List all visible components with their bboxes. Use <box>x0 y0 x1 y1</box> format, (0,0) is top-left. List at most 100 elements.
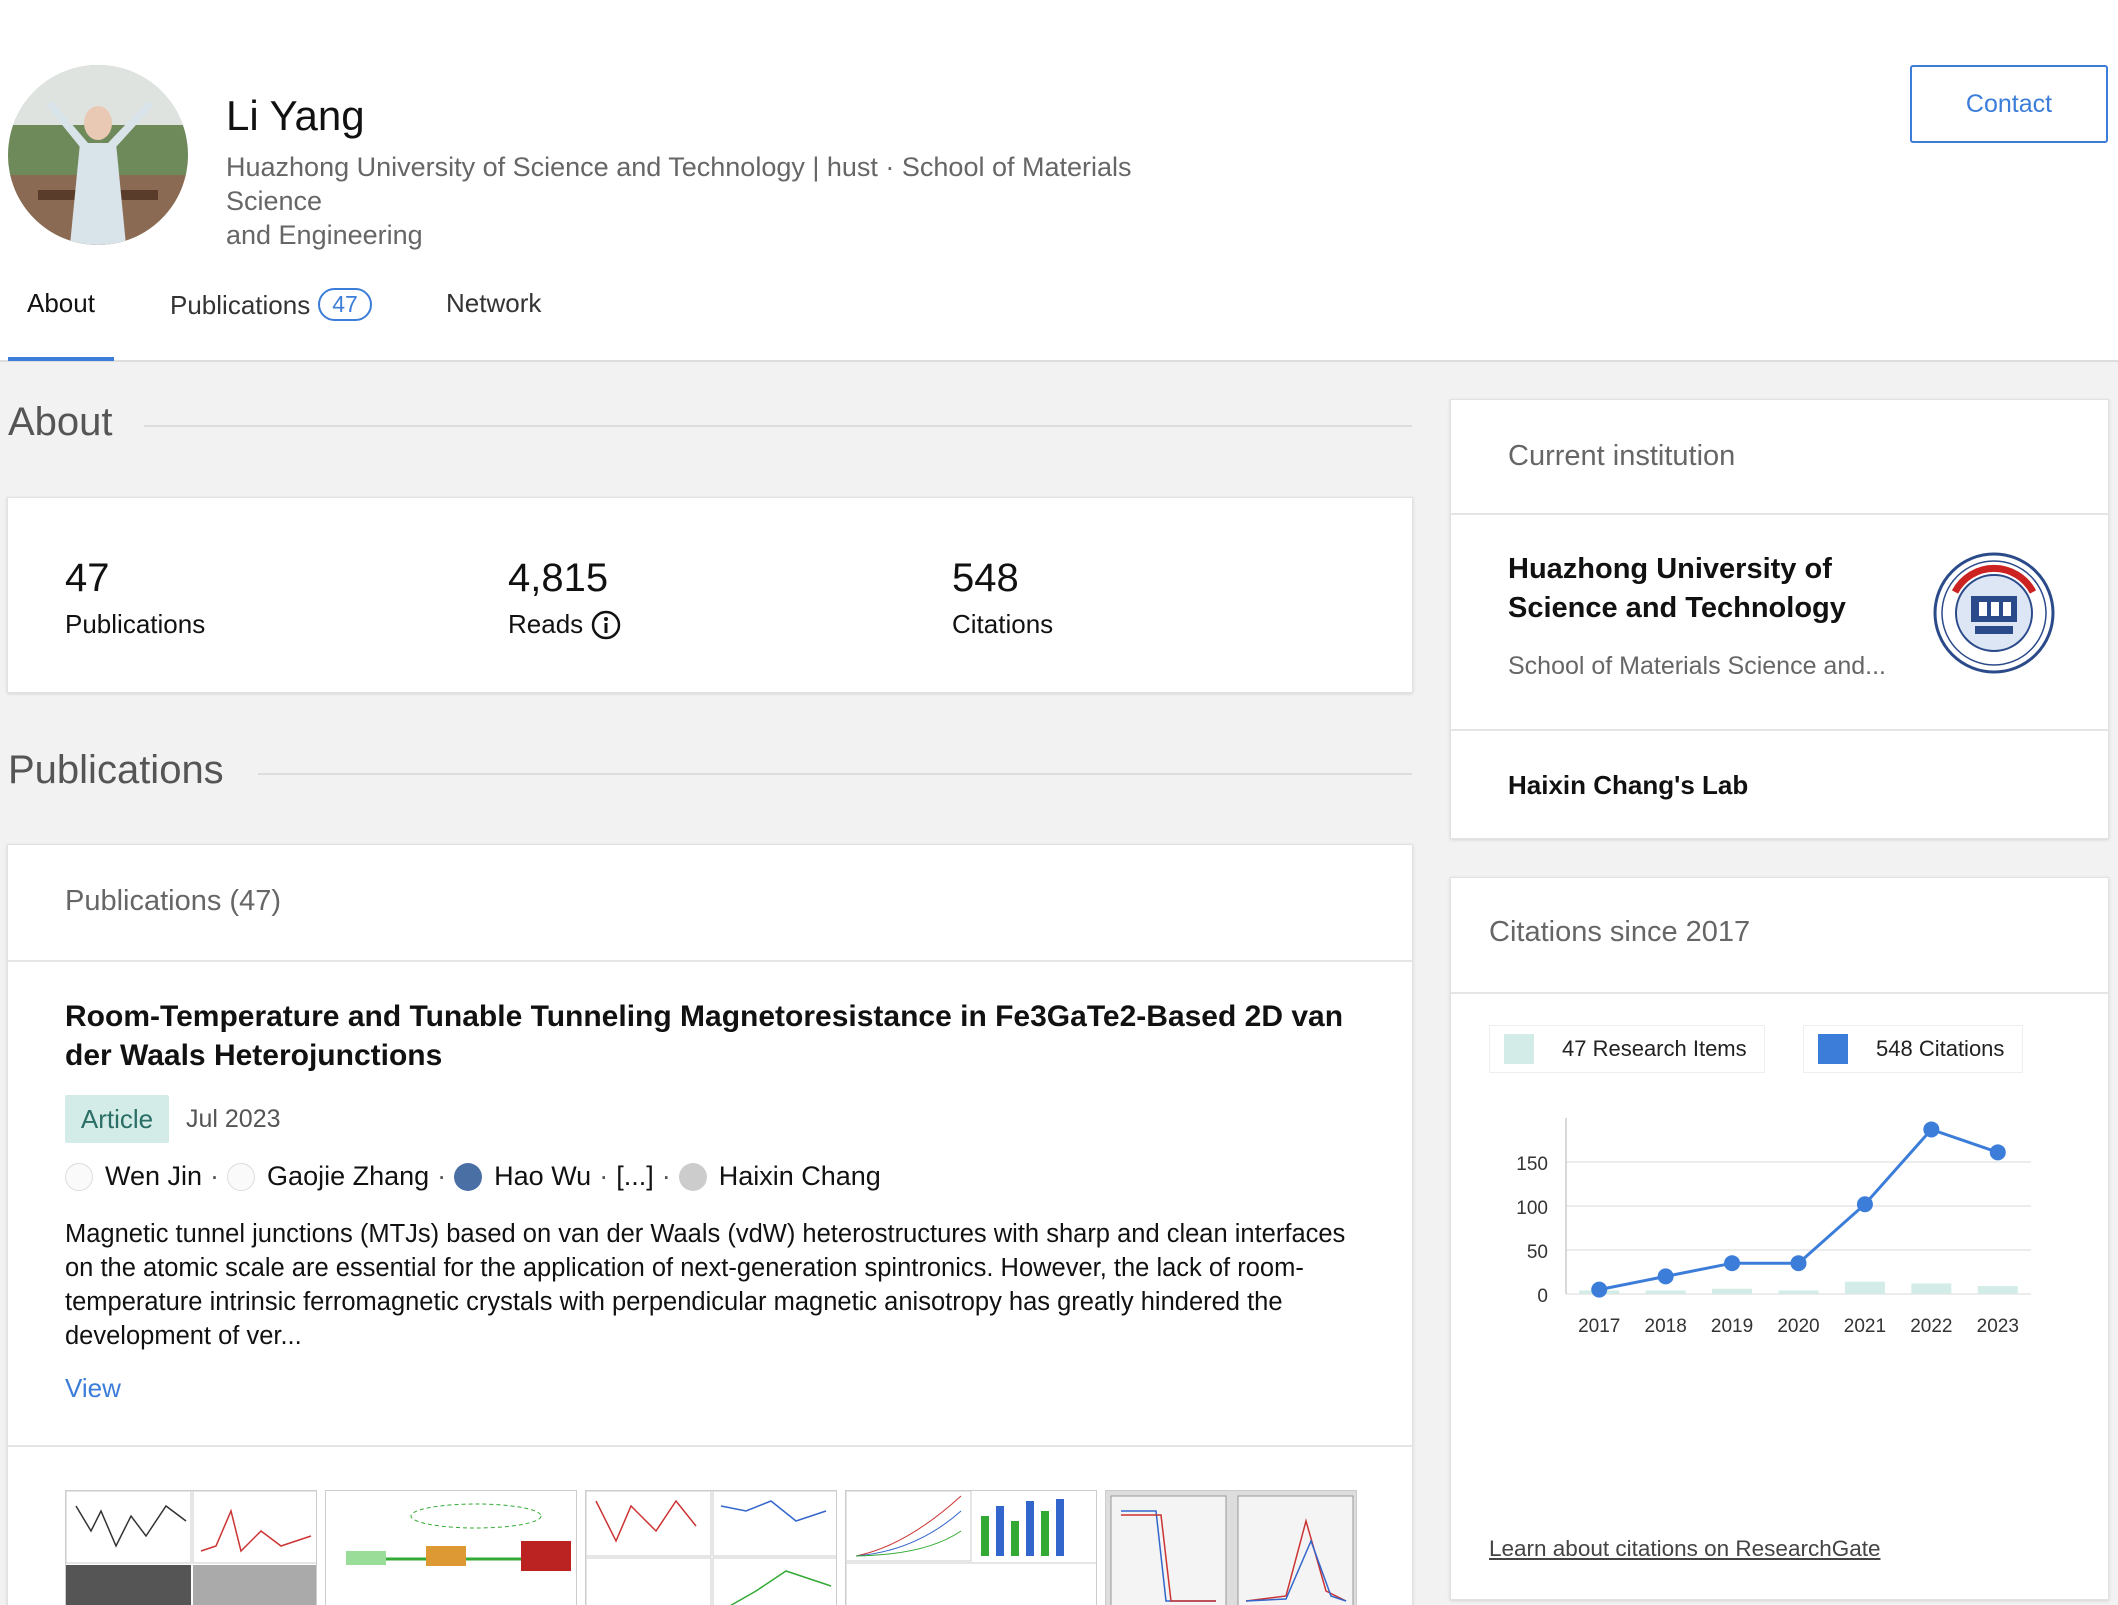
learn-about-citations-link[interactable]: Learn about citations on ResearchGate <box>1489 1536 1881 1562</box>
profile-avatar[interactable] <box>8 65 188 245</box>
publication-title[interactable]: Room-Temperature and Tunable Tunneling M… <box>65 997 1365 1075</box>
research-items-bar <box>1778 1290 1819 1294</box>
stat-reads-label: Reads <box>508 609 621 640</box>
affiliation-line-1[interactable]: Huazhong University of Science and Techn… <box>226 150 1226 218</box>
research-items-bar <box>1977 1286 2018 1294</box>
author-avatar <box>454 1162 483 1191</box>
stat-publications-value: 47 <box>65 556 110 600</box>
stat-reads: 4,815 Reads <box>508 556 621 640</box>
legend-swatch-citations <box>1818 1034 1848 1064</box>
figure-image <box>586 1491 836 1605</box>
figure-thumbnail[interactable] <box>585 1490 837 1605</box>
author-separator: · <box>437 1161 447 1191</box>
profile-name: Li Yang <box>226 92 365 139</box>
citations-card-title: Citations since 2017 <box>1489 916 1751 948</box>
institution-logo-icon[interactable] <box>1933 552 2055 674</box>
research-items-bar <box>1844 1281 1885 1294</box>
author-name[interactable]: Gaojie Zhang <box>267 1161 429 1192</box>
about-section-divider <box>144 425 1412 427</box>
citations-point <box>1856 1196 1873 1213</box>
stat-citations: 548 Citations <box>952 556 1053 640</box>
lab-name-link[interactable]: Haixin Chang's Lab <box>1508 770 1748 801</box>
x-tick-label: 2017 <box>1578 1316 1620 1337</box>
citations-point <box>1989 1144 2006 1161</box>
citations-header-divider <box>1451 992 2110 994</box>
figure-thumbnail[interactable] <box>1105 1490 1357 1605</box>
more-authors-toggle[interactable]: [...] <box>616 1161 654 1192</box>
author-separator: · <box>599 1161 609 1191</box>
stat-citations-value: 548 <box>952 556 1019 600</box>
figure-image <box>846 1491 1096 1605</box>
publication-abstract: Magnetic tunnel junctions (MTJs) based o… <box>65 1220 1346 1350</box>
citations-point <box>1724 1255 1741 1272</box>
stat-publications-label: Publications <box>65 609 206 639</box>
legend-swatch-research-items <box>1504 1034 1534 1064</box>
publication-type-badge: Article <box>65 1095 169 1143</box>
citations-point <box>1591 1281 1608 1298</box>
view-publication-link[interactable]: View <box>65 1373 121 1404</box>
publications-section-title: Publications <box>8 748 224 792</box>
research-items-bar <box>1645 1290 1686 1294</box>
figure-image <box>66 1491 316 1605</box>
author-avatar <box>678 1162 707 1191</box>
x-tick-label: 2021 <box>1844 1316 1886 1337</box>
y-tick-label: 150 <box>1516 1154 1548 1175</box>
citations-card: Citations since 2017 47 Research Items 5… <box>1450 877 2110 1600</box>
citations-chart: 0 50 100 150 2017 2018 2019 2020 2021 2022 2023 <box>1516 1118 2031 1337</box>
institution-name[interactable]: Huazhong University of Science and Techn… <box>1508 550 1928 628</box>
about-section-title: About <box>8 400 113 444</box>
author-separator: · <box>210 1161 220 1191</box>
publications-header-divider <box>8 960 1414 962</box>
author-name[interactable]: Haixin Chang <box>719 1161 881 1192</box>
affiliation-line-2[interactable]: and Engineering <box>226 218 1226 252</box>
citations-point <box>1657 1268 1674 1285</box>
research-items-bar <box>1911 1283 1952 1294</box>
tab-about[interactable]: About <box>27 288 95 362</box>
y-tick-label: 100 <box>1516 1198 1548 1219</box>
lab-divider <box>1451 729 2110 731</box>
figure-image <box>346 1503 571 1571</box>
research-items-bar <box>1712 1288 1753 1294</box>
publication-authors: Wen Jin · Gaojie Zhang · Hao Wu · [...] … <box>65 1161 881 1192</box>
figure-thumbnail[interactable] <box>325 1490 577 1605</box>
author-separator: · <box>661 1161 671 1191</box>
profile-header: Li Yang Huazhong University of Science a… <box>0 0 2118 362</box>
publication-figures-divider <box>8 1445 1414 1447</box>
author-name[interactable]: Wen Jin <box>105 1161 202 1192</box>
x-tick-label: 2019 <box>1711 1316 1753 1337</box>
y-tick-label: 50 <box>1527 1242 1548 1263</box>
stat-reads-value: 4,815 <box>508 556 609 600</box>
figure-thumbnail[interactable] <box>845 1490 1097 1605</box>
info-icon[interactable] <box>591 610 621 640</box>
institution-department[interactable]: School of Materials Science and... <box>1508 652 1908 681</box>
publications-section-divider <box>258 773 1412 775</box>
x-tick-label: 2022 <box>1910 1316 1952 1337</box>
x-tick-label: 2023 <box>1977 1316 2019 1337</box>
legend-research-items[interactable]: 47 Research Items <box>1489 1025 1765 1073</box>
legend-citations-label: 548 Citations <box>1876 1036 2005 1061</box>
stat-publications: 47 Publications <box>65 556 205 640</box>
author-name[interactable]: Hao Wu <box>494 1161 591 1192</box>
tab-publications[interactable]: Publications 47 <box>170 288 372 362</box>
tab-network[interactable]: Network <box>446 288 541 362</box>
stat-citations-label: Citations <box>952 609 1054 639</box>
legend-research-items-label: 47 Research Items <box>1562 1036 1747 1061</box>
y-tick-label: 0 <box>1537 1286 1548 1307</box>
legend-citations[interactable]: 548 Citations <box>1803 1025 2023 1073</box>
x-tick-label: 2020 <box>1777 1316 1819 1337</box>
publications-card: Publications (47) Room-Temperature and T… <box>7 844 1414 1605</box>
x-tick-label: 2018 <box>1645 1316 1687 1337</box>
institution-card-label: Current institution <box>1508 440 1736 472</box>
publications-card-header: Publications (47) <box>65 885 281 917</box>
citations-point <box>1790 1255 1807 1272</box>
figure-thumbnail[interactable] <box>65 1490 317 1605</box>
publication-date: Jul 2023 <box>186 1105 281 1133</box>
institution-card: Current institution Huazhong University … <box>1450 399 2110 839</box>
figure-image <box>1106 1491 1356 1605</box>
profile-affiliation[interactable]: Huazhong University of Science and Techn… <box>226 150 1226 252</box>
contact-button[interactable]: Contact <box>1910 65 2108 143</box>
institution-header-divider <box>1451 513 2110 515</box>
active-tab-indicator <box>8 357 114 361</box>
tab-publications-label: Publications <box>170 290 311 320</box>
author-placeholder-icon <box>65 1162 93 1191</box>
